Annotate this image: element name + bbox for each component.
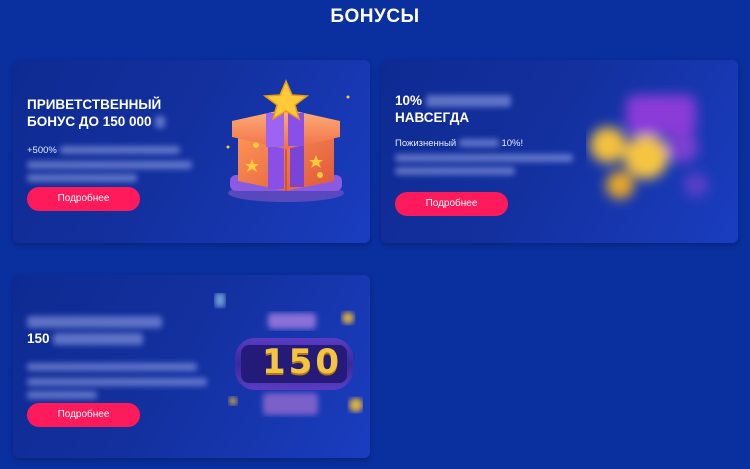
card-title: 150 xyxy=(27,313,162,347)
card-title: 10% НАВСЕГДА xyxy=(395,92,511,126)
card-title: ПРИВЕТСТВЕННЫЙ БОНУС ДО 150 000 xyxy=(27,96,166,130)
bonus-card-cashback: 10% НАВСЕГДА Пожизненный 10%! Подробнее xyxy=(381,60,738,243)
card-title-line2: 150 xyxy=(27,330,162,347)
card-title-line1: 10% xyxy=(395,92,511,109)
card-title-line2: БОНУС ДО 150 000 xyxy=(27,113,166,130)
card-title-line2: НАВСЕГДА xyxy=(395,110,470,125)
counter-value: 150 xyxy=(262,342,342,382)
gift-box-icon xyxy=(226,79,350,202)
details-button[interactable]: Подробнее xyxy=(27,187,140,211)
bonus-card-welcome: ПРИВЕТСТВЕННЫЙ БОНУС ДО 150 000 +500% По… xyxy=(13,60,370,243)
page-title: БОНУСЫ xyxy=(330,6,420,27)
card-title-line1: ПРИВЕТСТВЕННЫЙ xyxy=(27,97,162,112)
card-description: +500% xyxy=(27,144,197,183)
coins-icon xyxy=(590,95,708,199)
card-description: Пожизненный 10%! xyxy=(395,137,585,176)
details-button[interactable]: Подробнее xyxy=(27,403,140,427)
card-title-line1 xyxy=(27,313,162,330)
details-button[interactable]: Подробнее xyxy=(395,192,508,216)
bonus-card-freespins: 150 Подробнее 150 xyxy=(13,275,370,458)
card-description xyxy=(27,361,212,400)
